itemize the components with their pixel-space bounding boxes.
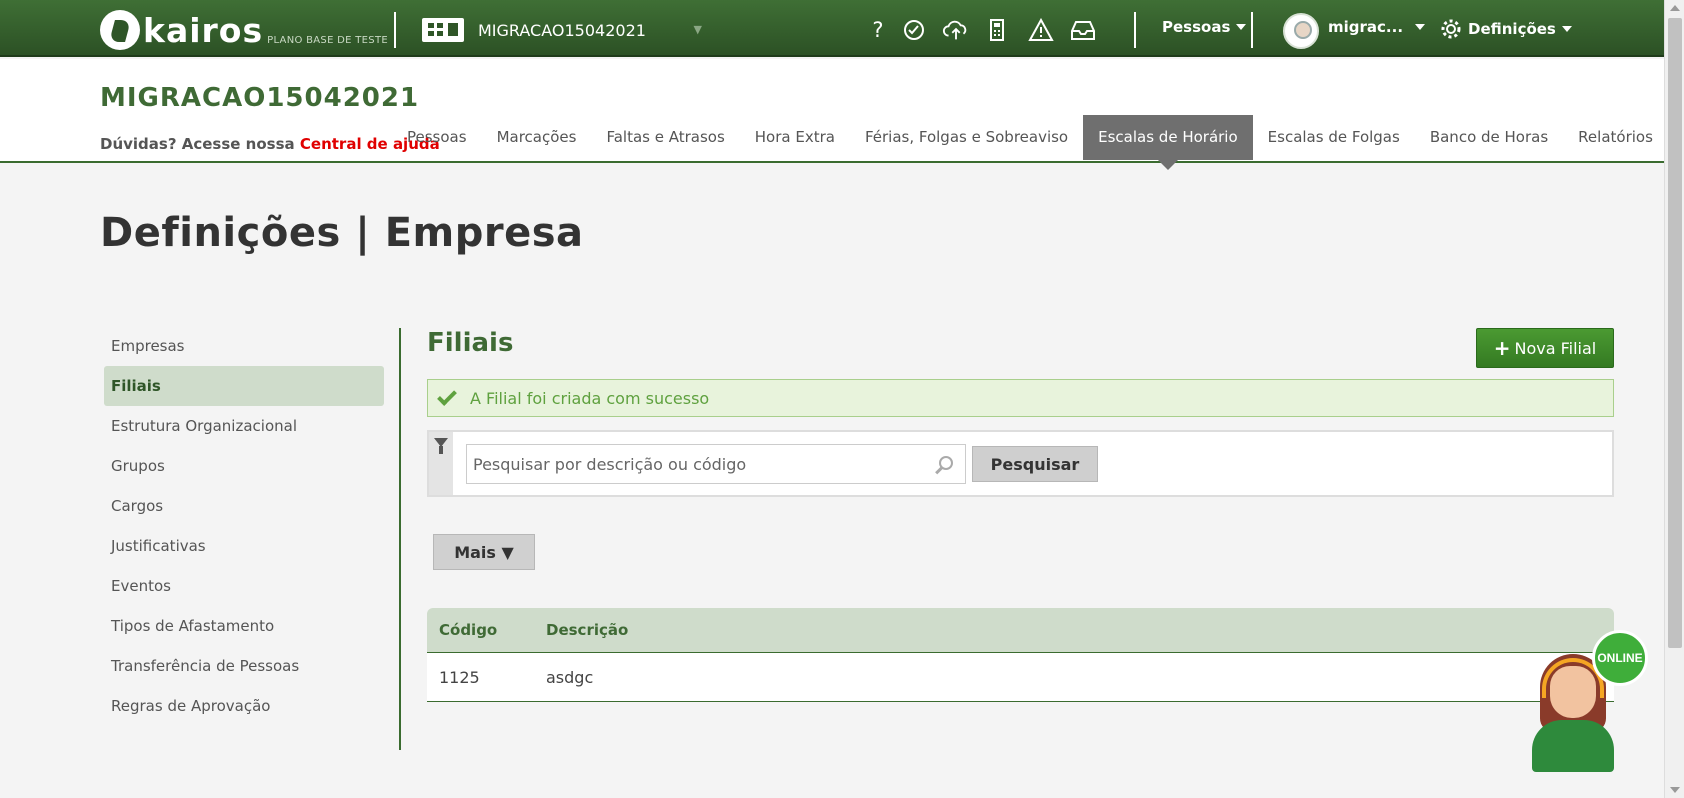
sidebar-item-cargos[interactable]: Cargos — [104, 486, 384, 526]
tab-faltas-atrasos[interactable]: Faltas e Atrasos — [591, 115, 739, 160]
sidebar-item-justificativas[interactable]: Justificativas — [104, 526, 384, 566]
agent-body — [1532, 720, 1614, 772]
logo-text: kairos — [143, 11, 264, 50]
section-title: Filiais — [427, 328, 514, 358]
sidebar-item-regras-aprovacao[interactable]: Regras de Aprovação — [104, 686, 384, 726]
people-menu-label: Pessoas — [1162, 18, 1231, 36]
cell-description: asdgc — [546, 667, 594, 687]
divider — [1134, 12, 1136, 48]
page-scrollbar[interactable] — [1664, 0, 1684, 798]
check-icon — [437, 386, 457, 406]
calculator-icon[interactable] — [983, 16, 1011, 44]
divider — [1251, 12, 1253, 48]
search-icon[interactable] — [939, 456, 953, 470]
tab-banco-horas[interactable]: Banco de Horas — [1415, 115, 1563, 160]
main-nav: Pessoas Marcações Faltas e Atrasos Hora … — [392, 115, 1668, 170]
alert-message: A Filial foi criada com sucesso — [470, 388, 710, 408]
plan-label: PLANO BASE DE TESTE — [267, 35, 388, 46]
page-title: Definições | Empresa — [100, 210, 584, 256]
table-row[interactable]: 1125 asdgc — [427, 653, 1614, 702]
table-header: Código Descrição — [427, 608, 1614, 653]
sidebar-item-tipos-afastamento[interactable]: Tipos de Afastamento — [104, 606, 384, 646]
user-menu[interactable]: migrac... — [1328, 18, 1426, 36]
tab-escalas-folgas[interactable]: Escalas de Folgas — [1253, 115, 1415, 160]
cloud-upload-icon[interactable] — [942, 16, 970, 44]
success-alert: A Filial foi criada com sucesso — [427, 379, 1614, 417]
scroll-up-icon[interactable] — [1670, 5, 1680, 11]
scroll-down-icon[interactable] — [1670, 787, 1680, 793]
sidebar-item-grupos[interactable]: Grupos — [104, 446, 384, 486]
online-support-widget[interactable]: ONLINE — [1528, 628, 1652, 774]
help-prefix: Dúvidas? Acesse nossa — [100, 135, 295, 153]
company-title: MIGRACAO15042021 — [100, 83, 420, 113]
search-input[interactable] — [466, 444, 966, 484]
tab-relatorios[interactable]: Relatórios — [1563, 115, 1668, 160]
branches-table: Código Descrição 1125 asdgc — [427, 608, 1614, 702]
filter-toggle[interactable] — [429, 432, 453, 495]
avatar[interactable] — [1283, 13, 1319, 49]
divider — [394, 12, 396, 48]
gear-icon — [1441, 19, 1461, 39]
search-button[interactable]: Pesquisar — [972, 446, 1098, 482]
caret-down-icon — [1561, 26, 1572, 32]
scroll-thumb[interactable] — [1668, 18, 1682, 648]
divider — [399, 328, 401, 750]
company-selector[interactable]: MIGRACAO15042021 ▼ — [422, 13, 702, 47]
filter-icon — [434, 438, 448, 454]
tab-hora-extra[interactable]: Hora Extra — [740, 115, 850, 160]
sidebar-item-transferencia-pessoas[interactable]: Transferência de Pessoas — [104, 646, 384, 686]
caret-down-icon — [1236, 24, 1247, 30]
user-menu-label: migrac... — [1328, 18, 1404, 36]
cell-code: 1125 — [439, 667, 480, 687]
plus-icon: + — [1493, 336, 1511, 360]
clock-check-icon[interactable] — [900, 16, 928, 44]
more-button[interactable]: Mais ▼ — [433, 534, 535, 570]
search-panel: Pesquisar — [427, 430, 1614, 497]
people-menu[interactable]: Pessoas — [1162, 18, 1247, 36]
sidebar-item-estrutura-organizacional[interactable]: Estrutura Organizacional — [104, 406, 384, 446]
online-badge: ONLINE — [1592, 630, 1648, 686]
top-bar: kairos PLANO BASE DE TESTE MIGRACAO15042… — [0, 0, 1664, 57]
building-icon — [422, 18, 464, 42]
tab-escalas-horario[interactable]: Escalas de Horário — [1083, 115, 1253, 170]
settings-menu[interactable]: Definições — [1440, 18, 1572, 40]
column-header-code[interactable]: Código — [427, 621, 546, 639]
caret-down-icon — [1415, 24, 1426, 30]
page-header: MIGRACAO15042021 Dúvidas? Acesse nossa C… — [0, 59, 1664, 170]
column-header-description[interactable]: Descrição — [546, 621, 1614, 639]
logo-mark-icon — [100, 10, 140, 50]
sidebar-item-filiais[interactable]: Filiais — [104, 366, 384, 406]
sidebar-item-eventos[interactable]: Eventos — [104, 566, 384, 606]
inbox-icon[interactable] — [1069, 16, 1097, 44]
help-text: Dúvidas? Acesse nossa Central de ajuda — [100, 135, 440, 153]
sidebar-item-empresas[interactable]: Empresas — [104, 326, 384, 366]
new-branch-button[interactable]: + Nova Filial — [1476, 328, 1614, 368]
tab-ferias-folgas[interactable]: Férias, Folgas e Sobreaviso — [850, 115, 1083, 160]
chevron-down-icon: ▼ — [693, 23, 702, 36]
settings-sidebar: Empresas Filiais Estrutura Organizaciona… — [104, 326, 384, 726]
warning-icon[interactable] — [1027, 16, 1055, 44]
help-icon[interactable]: ? — [864, 16, 892, 44]
tab-marcacoes[interactable]: Marcações — [482, 115, 592, 160]
company-name: MIGRACAO15042021 — [478, 20, 646, 40]
kairos-logo[interactable]: kairos PLANO BASE DE TESTE — [100, 6, 388, 50]
tab-pessoas[interactable]: Pessoas — [392, 115, 482, 160]
new-branch-label: Nova Filial — [1514, 338, 1597, 358]
settings-menu-label: Definições — [1468, 20, 1556, 38]
